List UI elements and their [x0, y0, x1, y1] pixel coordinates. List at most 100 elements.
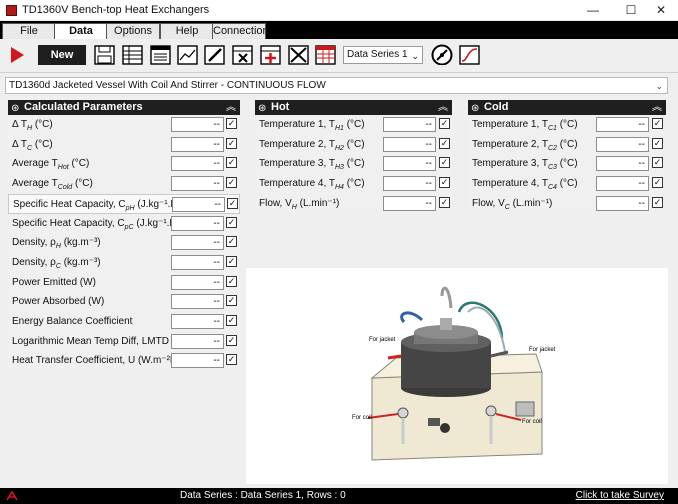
cold-row: Temperature 3, TC3 (°C) -- ✓ — [468, 154, 666, 174]
label-unit: (W) — [85, 296, 105, 308]
include-checkbox[interactable]: ✓ — [227, 197, 238, 209]
value-field[interactable]: -- — [171, 333, 224, 349]
collapse-icon[interactable]: ︽ — [438, 100, 448, 115]
value-field[interactable]: -- — [596, 195, 649, 211]
value-field[interactable]: -- — [383, 136, 436, 152]
include-checkbox[interactable]: ✓ — [226, 354, 237, 366]
settings-icon[interactable]: ⊛ — [11, 101, 19, 116]
chart-icon[interactable] — [176, 44, 200, 66]
calculated-row: Average TCold (°C) -- ✓ — [8, 174, 240, 194]
label-text: Temperature 2, T — [472, 138, 548, 150]
include-checkbox[interactable]: ✓ — [226, 334, 237, 346]
label-for-coil-right: For coil — [522, 419, 542, 425]
maximize-button[interactable]: ☐ — [614, 0, 648, 21]
include-checkbox[interactable]: ✓ — [226, 295, 237, 307]
include-checkbox[interactable]: ✓ — [226, 137, 237, 149]
table-icon[interactable] — [121, 44, 145, 66]
include-checkbox[interactable]: ✓ — [226, 236, 237, 248]
value-field[interactable]: -- — [171, 254, 224, 270]
value-field[interactable]: -- — [596, 156, 649, 172]
tab-help[interactable]: Help — [160, 23, 214, 39]
label-unit: (°C) — [68, 158, 90, 170]
settings-icon[interactable]: ⊛ — [258, 101, 266, 116]
value-field[interactable]: -- — [171, 176, 224, 192]
include-checkbox[interactable]: ✓ — [226, 118, 237, 129]
include-checkbox[interactable]: ✓ — [226, 216, 237, 228]
clear-icon[interactable] — [287, 44, 311, 66]
value-field[interactable]: -- — [171, 353, 224, 369]
value-field[interactable]: -- — [596, 176, 649, 192]
label-for-coil-left: For coil — [352, 415, 372, 421]
include-checkbox[interactable]: ✓ — [226, 315, 237, 326]
include-checkbox[interactable]: ✓ — [652, 157, 663, 169]
collapse-icon[interactable]: ︽ — [652, 100, 662, 115]
parameter-label: Average TCold (°C) — [12, 178, 93, 191]
include-checkbox[interactable]: ✓ — [439, 177, 450, 189]
curve-icon[interactable] — [458, 44, 482, 66]
parameter-label: Flow, VC (L.min⁻¹) — [472, 198, 552, 211]
save-icon[interactable] — [93, 44, 117, 66]
calculated-row: Δ TC (°C) -- ✓ — [8, 135, 240, 155]
include-checkbox[interactable]: ✓ — [439, 157, 450, 169]
value-field[interactable]: -- — [596, 117, 649, 132]
label-text: Density, ρ — [12, 237, 56, 249]
include-checkbox[interactable]: ✓ — [439, 118, 450, 129]
label-unit: (°C) — [556, 119, 578, 130]
parameter-label: Temperature 2, TH2 (°C) — [259, 139, 365, 152]
include-checkbox[interactable]: ✓ — [652, 177, 663, 189]
edit-icon[interactable] — [203, 44, 227, 66]
collapse-icon[interactable]: ︽ — [226, 100, 236, 115]
survey-link[interactable]: Click to take Survey — [576, 488, 664, 504]
panel-header: ⊛ Hot ︽ — [255, 100, 452, 115]
value-field[interactable]: -- — [171, 136, 224, 152]
include-checkbox[interactable]: ✓ — [226, 255, 237, 267]
equipment-diagram: For jacket For jacket For coil For coil — [246, 268, 668, 484]
hot-row: Flow, VH (L.min⁻¹) -- ✓ — [255, 194, 452, 214]
include-checkbox[interactable]: ✓ — [439, 196, 450, 208]
new-button[interactable]: New — [38, 45, 86, 65]
table-view-icon[interactable] — [149, 44, 173, 66]
add-row-icon[interactable] — [259, 44, 283, 66]
tab-data[interactable]: Data — [54, 23, 108, 39]
minimize-button[interactable]: — — [576, 0, 610, 21]
include-checkbox[interactable]: ✓ — [226, 177, 237, 189]
include-checkbox[interactable]: ✓ — [652, 118, 663, 129]
value-field[interactable]: -- — [171, 294, 224, 310]
heat-exchanger-illustration: For jacket For jacket For coil For coil — [352, 286, 556, 461]
panel-header: ⊛ Cold ︽ — [468, 100, 666, 115]
include-checkbox[interactable]: ✓ — [652, 137, 663, 149]
run-icon[interactable] — [8, 44, 26, 66]
label-for-jacket-left: For jacket — [369, 337, 396, 343]
delete-row-icon[interactable] — [231, 44, 255, 66]
value-field[interactable]: -- — [383, 117, 436, 132]
tab-options[interactable]: Options — [106, 23, 160, 39]
experiment-select[interactable]: TD1360d Jacketed Vessel With Coil And St… — [5, 77, 668, 94]
include-checkbox[interactable]: ✓ — [652, 196, 663, 208]
value-field[interactable]: -- — [383, 176, 436, 192]
settings-icon[interactable]: ⊛ — [471, 101, 479, 116]
include-checkbox[interactable]: ✓ — [226, 275, 237, 287]
label-unit: (kg.m⁻³) — [60, 237, 101, 249]
value-field[interactable]: -- — [172, 196, 225, 212]
value-field[interactable]: -- — [171, 215, 224, 231]
data-series-select[interactable]: Data Series 1 ⌄ — [343, 46, 423, 64]
value-field[interactable]: -- — [596, 136, 649, 152]
chevron-down-icon: ⌄ — [411, 51, 419, 61]
value-field[interactable]: -- — [383, 156, 436, 172]
include-checkbox[interactable]: ✓ — [226, 157, 237, 169]
include-checkbox[interactable]: ✓ — [439, 137, 450, 149]
value-field[interactable]: -- — [171, 156, 224, 172]
value-field[interactable]: -- — [171, 274, 224, 290]
label-unit: (°C) — [32, 119, 53, 130]
grid-icon[interactable] — [314, 44, 338, 66]
label-unit: (°C) — [343, 158, 365, 170]
tab-connection[interactable]: Connection — [212, 23, 269, 39]
value-field[interactable]: -- — [171, 235, 224, 251]
value-field[interactable]: -- — [171, 314, 224, 329]
value-field[interactable]: -- — [383, 195, 436, 211]
tab-file[interactable]: File — [2, 23, 56, 39]
label-text: Temperature 3, T — [259, 158, 335, 170]
value-field[interactable]: -- — [171, 117, 224, 132]
gauge-icon[interactable] — [430, 43, 454, 65]
close-button[interactable]: ✕ — [644, 0, 678, 21]
